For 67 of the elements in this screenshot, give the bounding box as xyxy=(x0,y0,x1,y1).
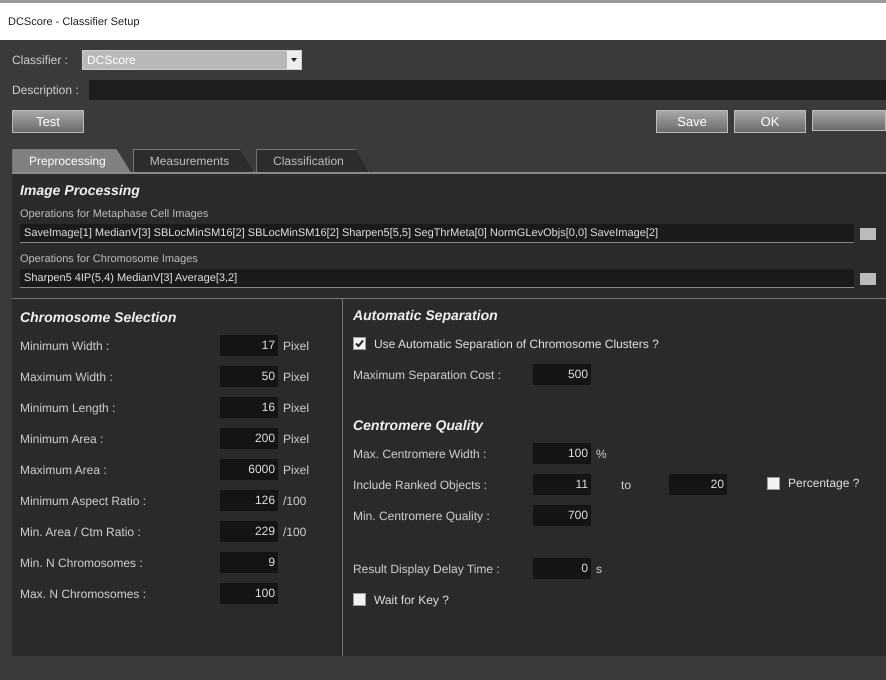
browse-button[interactable] xyxy=(860,272,876,284)
field-label: Include Ranked Objects : xyxy=(353,478,488,492)
unit-label: /100 xyxy=(283,494,306,508)
field-label: Classifier : xyxy=(12,53,70,67)
section-heading: Image Processing xyxy=(20,182,141,198)
action-button[interactable]: OK xyxy=(734,110,806,133)
number-field[interactable]: 200 xyxy=(220,428,278,449)
number-field[interactable]: 11 xyxy=(533,474,591,495)
field-label: Minimum Width : xyxy=(20,338,110,352)
number-field[interactable]: 500 xyxy=(533,364,591,385)
unit-label: % xyxy=(596,446,607,460)
field-label: Operations for Chromosome Images xyxy=(20,253,199,265)
field-label: Minimum Area : xyxy=(20,432,104,446)
checkbox[interactable] xyxy=(767,476,780,490)
number-field[interactable]: 50 xyxy=(220,366,278,387)
action-button[interactable]: Save xyxy=(656,110,728,133)
number-field[interactable]: 20 xyxy=(669,474,728,495)
action-button[interactable] xyxy=(812,110,886,131)
tab[interactable]: Preprocessing xyxy=(12,149,131,172)
check-icon xyxy=(355,339,364,348)
unit-label: s xyxy=(596,562,602,576)
number-field[interactable]: 16 xyxy=(220,397,278,418)
number-field[interactable]: 700 xyxy=(533,505,591,526)
unit-label: Pixel xyxy=(283,462,310,476)
test-button[interactable]: Test xyxy=(12,110,84,133)
field-label: Max. Centromere Width : xyxy=(353,446,488,460)
checkbox-label: Wait for Key ? xyxy=(374,592,449,606)
operations-field[interactable]: Sharpen5 4IP(5,4) MedianV[3] Average[3,2] xyxy=(20,269,854,288)
number-field[interactable]: 6000 xyxy=(220,459,278,480)
number-field[interactable]: 100 xyxy=(220,583,278,604)
field-label: Max. N Chromosomes : xyxy=(20,586,148,600)
field-label: Operations for Metaphase Cell Images xyxy=(20,208,210,220)
section-heading: Automatic Separation xyxy=(353,307,499,323)
field-label: Maximum Width : xyxy=(20,370,114,384)
unit-label: Pixel xyxy=(283,400,310,414)
number-field[interactable]: 9 xyxy=(220,552,278,573)
description-field[interactable] xyxy=(88,80,886,100)
field-label: Min. Area / Ctm Ratio : xyxy=(20,524,142,538)
number-field[interactable]: 126 xyxy=(220,490,278,511)
section-heading: Chromosome Selection xyxy=(20,309,178,325)
tab[interactable]: Classification xyxy=(256,149,369,172)
number-field[interactable]: 100 xyxy=(533,443,591,464)
checkbox-label: Percentage ? xyxy=(788,476,860,490)
field-label: Result Display Delay Time : xyxy=(353,562,501,576)
field-label: Min. N Chromosomes : xyxy=(20,556,144,570)
field-label: Description : xyxy=(12,83,79,97)
number-field[interactable]: 229 xyxy=(220,521,278,542)
range-label: to xyxy=(621,478,632,492)
tab[interactable]: Measurements xyxy=(132,149,254,172)
unit-label: /100 xyxy=(283,524,306,538)
field-label: Maximum Area : xyxy=(20,462,108,476)
number-field[interactable]: 0 xyxy=(533,558,591,579)
operations-field[interactable]: SaveImage[1] MedianV[3] SBLocMinSM16[2] SBLocMinSM16[2] Sharpen5[5,5] SegThrMeta[0] NormGLevObjs[0,0] SaveImage[2] xyxy=(20,224,854,243)
unit-label: Pixel xyxy=(283,338,310,352)
checkbox[interactable] xyxy=(353,337,366,350)
number-field[interactable]: 17 xyxy=(220,335,278,356)
field-label: Minimum Aspect Ratio : xyxy=(20,494,148,508)
checkbox[interactable] xyxy=(353,593,366,606)
window-title: DCScore - Classifier Setup xyxy=(0,0,886,40)
section-heading: Centromere Quality xyxy=(353,417,484,433)
unit-label: Pixel xyxy=(283,432,310,446)
field-label: Minimum Length : xyxy=(20,400,116,414)
checkbox-label: Use Automatic Separation of Chromosome Clusters ? xyxy=(374,336,659,350)
browse-button[interactable] xyxy=(860,228,876,240)
field-label: Min. Centromere Quality : xyxy=(353,508,491,522)
field-label: Maximum Separation Cost : xyxy=(353,368,502,382)
unit-label: Pixel xyxy=(283,370,310,384)
